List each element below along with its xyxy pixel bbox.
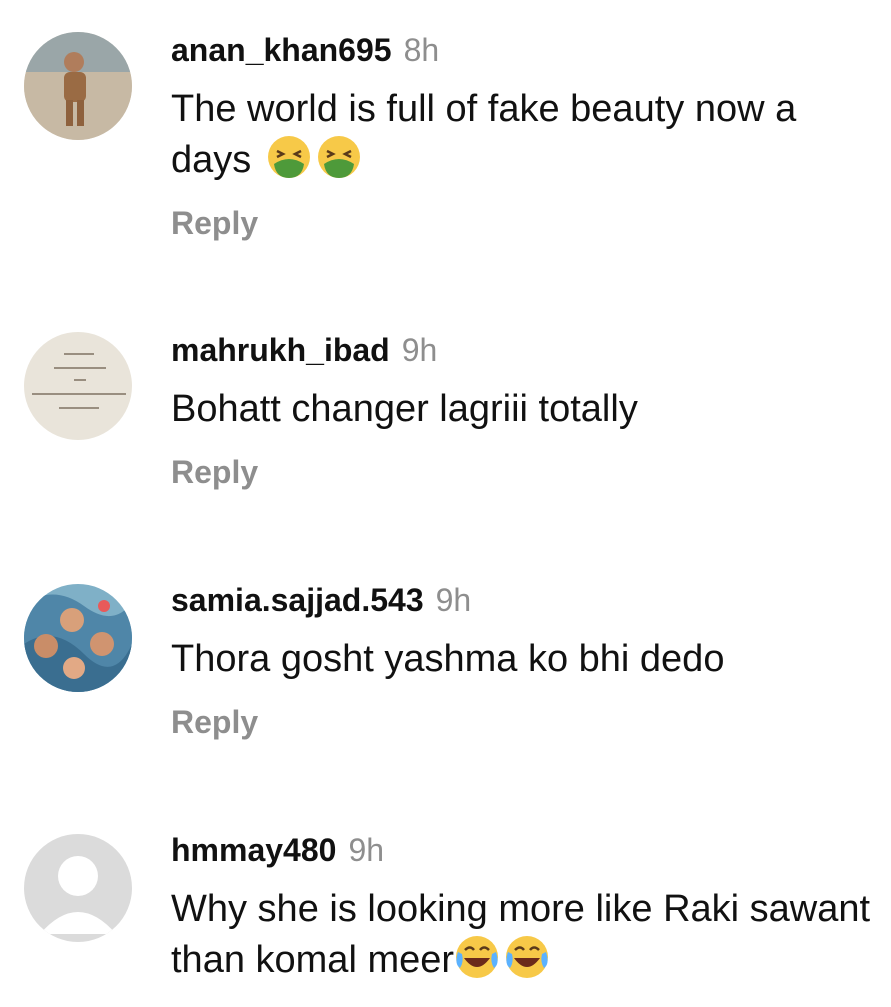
timestamp: 9h (401, 332, 438, 368)
username[interactable]: hmmay480 (171, 832, 336, 868)
reply-button[interactable]: Reply (171, 452, 258, 492)
reply-button[interactable]: Reply (171, 203, 258, 243)
username[interactable]: mahrukh_ibad (171, 332, 390, 368)
comment-text: Thora gosht yashma ko bhi dedo (171, 638, 725, 680)
username[interactable]: anan_khan695 (171, 32, 392, 68)
comment-text: Bohatt changer lagriii totally (171, 388, 638, 430)
avatar[interactable] (24, 32, 132, 140)
timestamp: 8h (403, 32, 440, 68)
comment-text: The world is full of fake beauty now a d… (171, 88, 797, 181)
reply-button[interactable]: Reply (171, 702, 258, 742)
avatar[interactable] (24, 332, 132, 440)
username[interactable]: samia.sajjad.543 (171, 582, 424, 618)
tears-of-joy-icon (504, 934, 550, 980)
avatar[interactable] (24, 834, 132, 942)
timestamp: 9h (348, 832, 385, 868)
timestamp: 9h (435, 582, 472, 618)
nauseated-face-icon (316, 134, 362, 180)
tears-of-joy-icon (454, 934, 500, 980)
comment-text: Why she is looking more like Raki sawant… (171, 888, 871, 981)
avatar[interactable] (24, 584, 132, 692)
nauseated-face-icon (266, 134, 312, 180)
